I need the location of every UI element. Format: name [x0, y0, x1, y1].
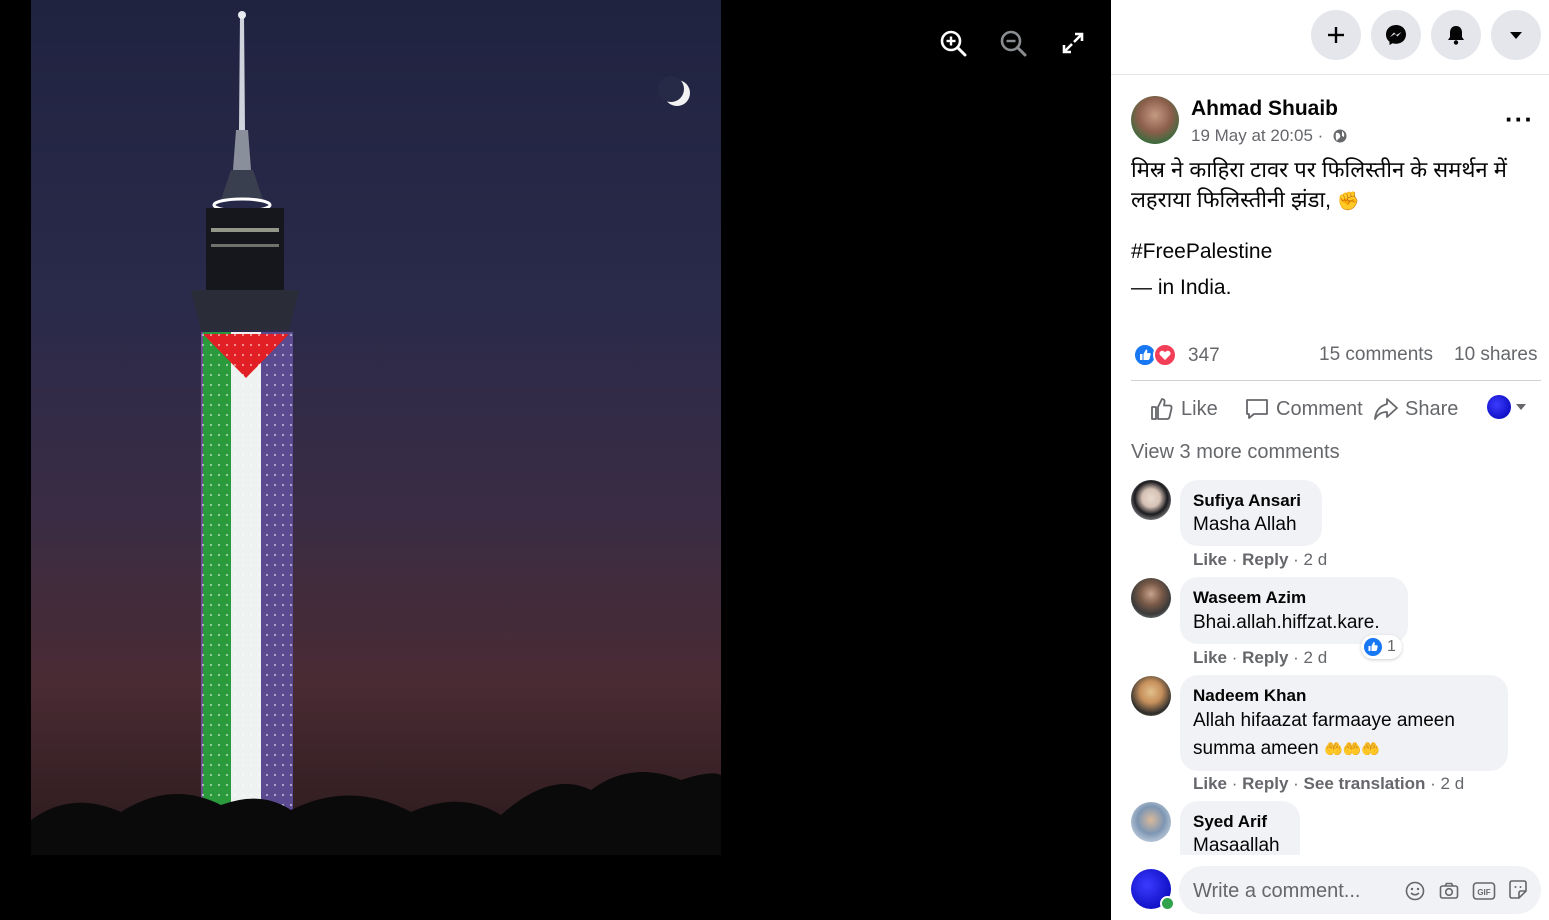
sticker-icon[interactable]	[1507, 879, 1529, 901]
author-avatar[interactable]	[1131, 96, 1179, 144]
post-panel: Ahmad Shuaib 19 May at 20:05 · ··· मिस्र…	[1111, 0, 1549, 920]
messenger-button[interactable]	[1371, 10, 1421, 60]
zoom-in-button[interactable]	[935, 25, 971, 61]
comment-reply-link[interactable]: Reply	[1242, 550, 1288, 569]
author-name[interactable]: Ahmad Shuaib	[1191, 97, 1338, 121]
reactions-count[interactable]: 347	[1188, 345, 1220, 367]
svg-text:GIF: GIF	[1477, 888, 1490, 897]
bell-icon	[1448, 26, 1464, 45]
zoom-out-icon	[1000, 30, 1027, 57]
caret-down-icon	[1516, 404, 1526, 410]
fist-emoji: ✊	[1337, 191, 1360, 211]
fullscreen-icon	[1062, 32, 1084, 54]
commenter-avatar[interactable]	[1131, 578, 1171, 618]
commenter-name[interactable]: Nadeem Khan	[1193, 686, 1306, 706]
shares-count[interactable]: 10 shares	[1454, 344, 1537, 366]
comment-text: Bhai.allah.hiffzat.kare.	[1193, 612, 1380, 633]
hashtag-link[interactable]: #FreePalestine	[1131, 240, 1272, 264]
comments-count[interactable]: 15 comments	[1319, 344, 1433, 366]
commenter-avatar[interactable]	[1131, 802, 1171, 842]
profile-avatar-small	[1487, 395, 1511, 419]
post-timestamp[interactable]: 19 May at 20:05 ·	[1191, 126, 1323, 146]
post-text-line1: मिस्र ने काहिरा टावर पर फिलिस्तीन के समर…	[1131, 157, 1507, 182]
emoji-icon[interactable]	[1404, 880, 1426, 902]
location-suffix: .	[1225, 276, 1232, 299]
comment-reaction-count: 1	[1387, 638, 1396, 655]
comment-like-link[interactable]: Like	[1193, 550, 1227, 569]
comment-reply-link[interactable]: Reply	[1242, 648, 1288, 667]
comment-bubble	[1180, 480, 1322, 546]
praying-hands-emoji: 🤲🤲🤲	[1323, 741, 1380, 758]
account-menu-button[interactable]	[1491, 10, 1541, 60]
see-translation-link[interactable]: See translation	[1304, 774, 1426, 793]
comment-text: Masaallah	[1193, 835, 1280, 855]
comment-text-line1: Allah hifaazat farmaaye ameen	[1193, 710, 1455, 731]
like-label: Like	[1181, 397, 1218, 420]
commenter-avatar[interactable]	[1131, 676, 1171, 716]
camera-icon[interactable]	[1438, 880, 1460, 902]
like-button[interactable]: Like	[1149, 392, 1218, 426]
create-button[interactable]	[1311, 10, 1361, 60]
comment-input[interactable]: Write a comment... GIF	[1179, 866, 1541, 914]
comment-text-line2: summa ameen	[1193, 738, 1319, 759]
top-bar	[1111, 0, 1549, 75]
location-link[interactable]: India	[1180, 276, 1226, 299]
share-button[interactable]: Share	[1373, 392, 1458, 426]
zoom-out-button[interactable]	[995, 25, 1031, 61]
post-options-button[interactable]: ···	[1505, 104, 1534, 135]
commenter-name[interactable]: Waseem Azim	[1193, 588, 1306, 608]
zoom-in-icon	[940, 30, 967, 57]
comment-input-placeholder: Write a comment...	[1193, 880, 1361, 902]
comment-reaction-badge[interactable]: 1	[1361, 635, 1402, 659]
gif-icon[interactable]: GIF	[1472, 880, 1496, 902]
comment-text: Masha Allah	[1193, 514, 1297, 535]
thumbs-up-icon	[1151, 398, 1173, 420]
divider	[1131, 380, 1541, 381]
post-text-line2: लहराया फिलिस्तीनी झंडा,	[1131, 187, 1332, 212]
view-more-comments[interactable]: View 3 more comments	[1131, 441, 1340, 464]
globe-icon	[1333, 129, 1347, 143]
share-label: Share	[1405, 397, 1459, 420]
location-prefix: — in	[1131, 276, 1175, 299]
comment-time[interactable]: · 2 d	[1430, 774, 1464, 793]
online-status-dot	[1160, 896, 1175, 911]
comment-label: Comment	[1276, 397, 1363, 420]
comment-like-link[interactable]: Like	[1193, 648, 1227, 667]
comment-time[interactable]: · 2 d	[1293, 648, 1327, 667]
messenger-icon	[1386, 25, 1406, 45]
comment-icon	[1246, 399, 1268, 419]
cairo-tower-illustration	[31, 11, 721, 855]
comment-as-selector[interactable]	[1487, 395, 1527, 419]
caret-down-icon	[1510, 32, 1522, 39]
fullscreen-button[interactable]	[1055, 25, 1091, 61]
notifications-button[interactable]	[1431, 10, 1481, 60]
comment-like-link[interactable]: Like	[1193, 774, 1227, 793]
commenter-name[interactable]: Syed Arif	[1193, 812, 1267, 832]
commenter-avatar[interactable]	[1131, 480, 1171, 520]
reaction-icons[interactable]	[1133, 343, 1179, 367]
photo-viewer	[0, 0, 1111, 920]
comment-reply-link[interactable]: Reply	[1242, 774, 1288, 793]
comment-button[interactable]: Comment	[1244, 392, 1363, 426]
like-reaction-icon	[1364, 638, 1382, 656]
comment-time[interactable]: · 2 d	[1293, 550, 1327, 569]
share-icon	[1374, 398, 1398, 420]
plus-icon	[1328, 27, 1344, 43]
commenter-name[interactable]: Sufiya Ansari	[1193, 491, 1301, 511]
comment-clip: Syed Arif Masaallah	[1111, 795, 1549, 855]
post-photo[interactable]	[31, 0, 721, 855]
